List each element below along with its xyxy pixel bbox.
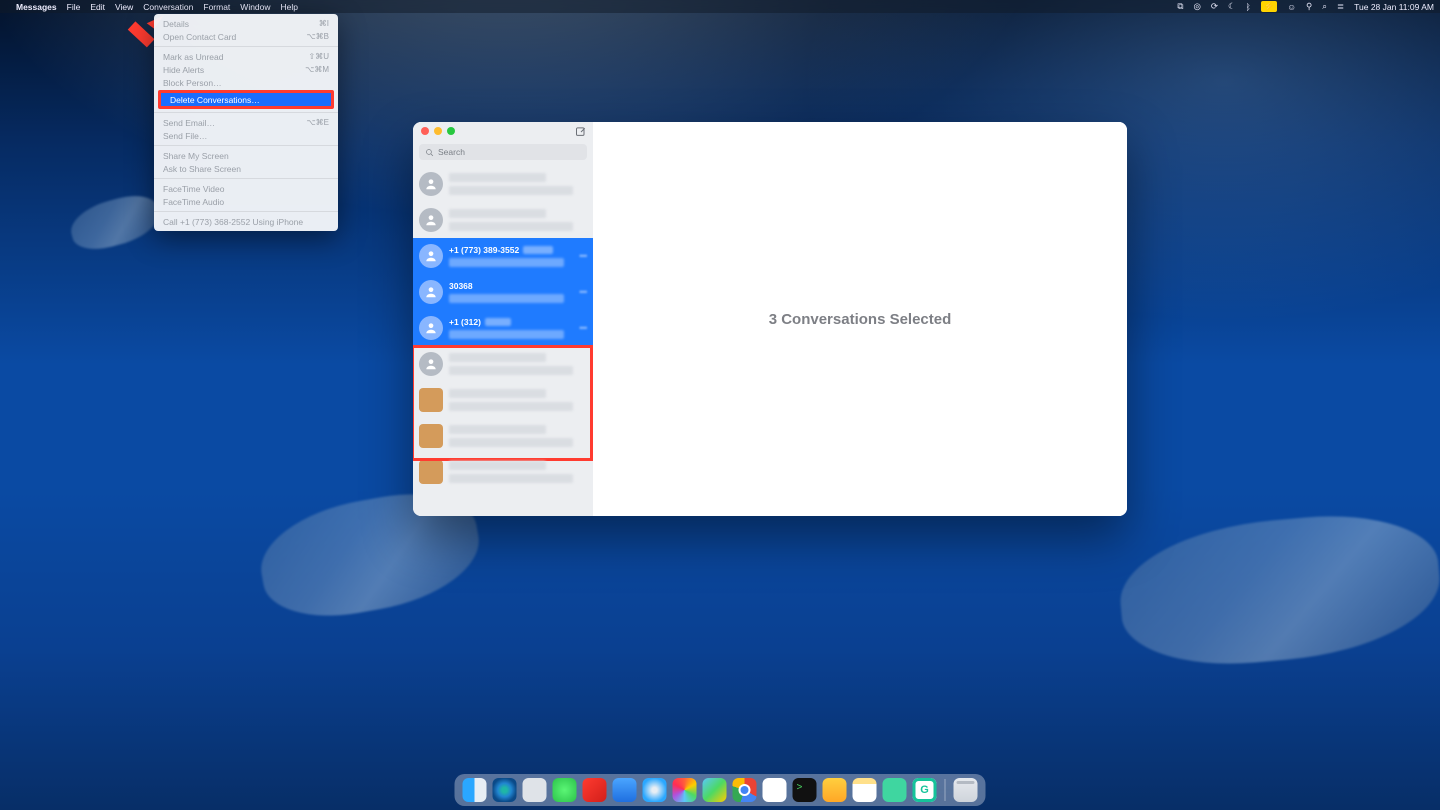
menu-item-send-email: Send Email…⌥⌘E [154, 116, 338, 129]
conversation-row[interactable] [413, 382, 593, 418]
minimize-icon[interactable] [434, 127, 442, 135]
window-controls[interactable] [421, 127, 455, 135]
control-center-icon[interactable]: ≣ [1337, 1, 1344, 12]
conversation-row[interactable] [413, 346, 593, 382]
menu-item-share-my-screen: Share My Screen [154, 149, 338, 162]
avatar-icon [419, 460, 443, 484]
dock-app-todoist[interactable] [583, 778, 607, 802]
messages-window: Search +1 (773) 389-3552 ▪ [413, 122, 1127, 516]
menu-item-delete-conversations[interactable]: Delete Conversations… [161, 93, 331, 106]
conversation-row-selected[interactable]: +1 (773) 389-3552 ▪▪▪ [413, 238, 593, 274]
messages-main-pane: 3 Conversations Selected [593, 122, 1127, 516]
menu-file[interactable]: File [67, 2, 81, 12]
dock-app-generic[interactable] [523, 778, 547, 802]
dock-app-safari[interactable] [643, 778, 667, 802]
menu-item-facetime-video: FaceTime Video [154, 182, 338, 195]
messages-sidebar: Search +1 (773) 389-3552 ▪ [413, 122, 593, 516]
dock-app-notes[interactable] [853, 778, 877, 802]
menu-window[interactable]: Window [240, 2, 270, 12]
menu-edit[interactable]: Edit [90, 2, 105, 12]
menubar-clock[interactable]: Tue 28 Jan 11:09 AM [1354, 2, 1434, 12]
menu-conversation[interactable]: Conversation [143, 2, 193, 12]
close-icon[interactable] [421, 127, 429, 135]
user-switch-icon[interactable]: ☺ [1287, 2, 1296, 12]
dock-app-slack[interactable] [763, 778, 787, 802]
dock-separator [945, 779, 946, 801]
avatar-icon [419, 244, 443, 268]
dock-app-mint[interactable] [883, 778, 907, 802]
avatar-icon [419, 352, 443, 376]
dock-trash[interactable] [954, 778, 978, 802]
menubar: Messages File Edit View Conversation For… [0, 0, 1440, 13]
dock-app-photos[interactable] [673, 778, 697, 802]
menu-view[interactable]: View [115, 2, 133, 12]
selection-status-text: 3 Conversations Selected [769, 311, 952, 328]
menu-item-ask-share-screen: Ask to Share Screen [154, 162, 338, 175]
bluetooth-icon[interactable]: ᛒ [1246, 2, 1251, 12]
siri-icon[interactable]: ◎ [1193, 1, 1200, 12]
menu-item-hide-alerts: Hide Alerts⌥⌘M [154, 63, 338, 76]
dock-app-mail[interactable] [613, 778, 637, 802]
conversation-row[interactable] [413, 202, 593, 238]
dock-app-terminal[interactable] [793, 778, 817, 802]
dock-app-maps[interactable] [703, 778, 727, 802]
compose-new-message-icon[interactable] [575, 125, 587, 137]
dock-app-grammarly[interactable] [913, 778, 937, 802]
search-placeholder: Search [438, 147, 465, 157]
fullscreen-icon[interactable] [447, 127, 455, 135]
spotlight-icon[interactable]: ⌕ [1322, 1, 1327, 12]
annotation-highlight-delete: Delete Conversations… [158, 90, 334, 109]
conversation-row[interactable] [413, 418, 593, 454]
refresh-icon[interactable]: ⟳ [1211, 1, 1218, 12]
search-input[interactable]: Search [419, 144, 587, 160]
menu-help[interactable]: Help [281, 2, 298, 12]
dock [455, 774, 986, 806]
avatar-icon [419, 316, 443, 340]
moon-icon[interactable]: ☾ [1228, 1, 1236, 12]
dock-app-finder[interactable] [463, 778, 487, 802]
avatar-icon [419, 172, 443, 196]
dock-app-edge[interactable] [493, 778, 517, 802]
conversation-row[interactable] [413, 454, 593, 490]
dock-app-pages[interactable] [823, 778, 847, 802]
menu-item-details: Details⌘I [154, 17, 338, 30]
dock-app-chrome[interactable] [733, 778, 757, 802]
conversation-row-selected[interactable]: 30368 ▪▪▪ [413, 274, 593, 310]
avatar-icon [419, 388, 443, 412]
menu-item-send-file: Send File… [154, 129, 338, 142]
avatar-icon [419, 280, 443, 304]
conversation-row-selected[interactable]: +1 (312) ▪▪▪ [413, 310, 593, 346]
menubar-app-name[interactable]: Messages [16, 2, 57, 12]
conversation-dropdown-menu: Details⌘I Open Contact Card⌥⌘B Mark as U… [154, 14, 338, 231]
wifi-icon[interactable]: ⚲ [1306, 1, 1312, 12]
menu-item-facetime-audio: FaceTime Audio [154, 195, 338, 208]
search-icon [425, 148, 434, 157]
avatar-icon [419, 208, 443, 232]
battery-icon[interactable]: ⚡ [1261, 1, 1278, 12]
conversation-row[interactable] [413, 166, 593, 202]
dock-app-messages[interactable] [553, 778, 577, 802]
screen-mirror-icon[interactable]: ⧉ [1177, 1, 1183, 12]
menu-item-block-person: Block Person… [154, 76, 338, 89]
menu-item-call-via-iphone: Call +1 (773) 368-2552 Using iPhone [154, 215, 338, 228]
avatar-icon [419, 424, 443, 448]
menu-item-mark-unread: Mark as Unread⇧⌘U [154, 50, 338, 63]
menu-format[interactable]: Format [203, 2, 230, 12]
menu-item-open-contact-card: Open Contact Card⌥⌘B [154, 30, 338, 43]
